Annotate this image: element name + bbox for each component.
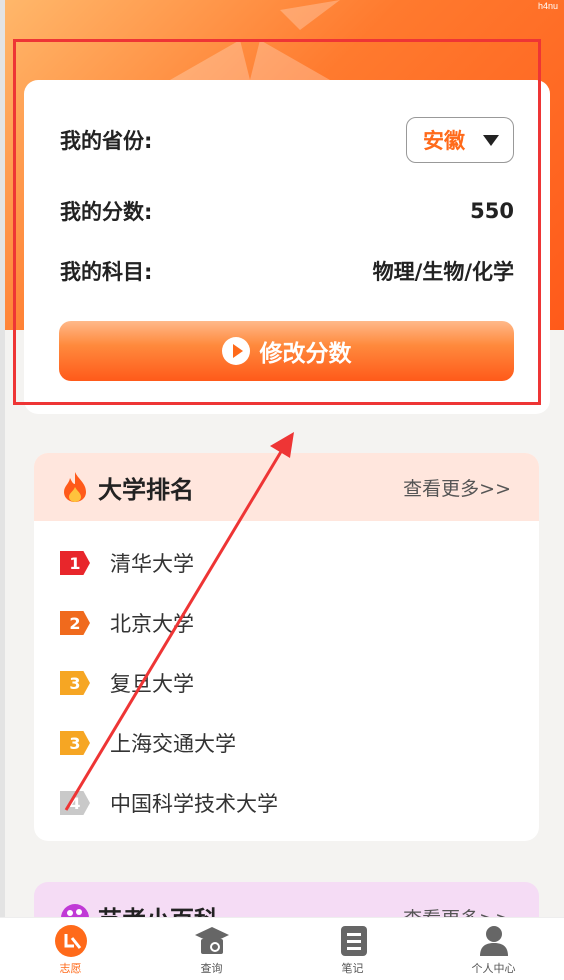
- edit-score-label: 修改分数: [259, 341, 352, 367]
- ranking-more-link[interactable]: 查看更多>>: [403, 474, 511, 501]
- ranking-title: 大学排名: [98, 475, 194, 504]
- query-icon: [194, 927, 229, 954]
- university-name: 中国科学技术大学: [110, 792, 278, 816]
- profile-icon: [479, 926, 508, 956]
- caret-down-icon: [483, 134, 499, 146]
- bottom-tab-bar: 志愿 查询 笔记 个人中心: [0, 917, 564, 980]
- score-card: 我的省份: 安徽 我的分数: 550 我的科目: 物理/生物/化学 修改分数: [24, 80, 550, 414]
- score-value: 550: [470, 199, 514, 223]
- university-name: 复旦大学: [110, 672, 194, 696]
- wish-icon: [54, 925, 87, 957]
- list-item[interactable]: 4 中国科学技术大学: [60, 788, 278, 818]
- edit-score-button[interactable]: 修改分数: [59, 321, 514, 381]
- rank-badge: 4: [60, 791, 90, 815]
- list-item[interactable]: 3 复旦大学: [60, 668, 194, 698]
- rank-badge: 2: [60, 611, 90, 635]
- book-illustration: [170, 0, 340, 80]
- list-item[interactable]: 3 上海交通大学: [60, 728, 236, 758]
- subjects-value: 物理/生物/化学: [372, 260, 514, 284]
- tab-label: 查询: [200, 962, 223, 975]
- tab-label: 个人中心: [471, 962, 516, 975]
- subjects-row: 我的科目: 物理/生物/化学: [60, 256, 514, 286]
- score-label: 我的分数:: [60, 200, 153, 224]
- play-icon: [221, 337, 250, 365]
- tab-wish[interactable]: 志愿: [0, 918, 141, 980]
- university-ranking-card: 大学排名 查看更多>> 1 清华大学 2 北京大学 3 复旦大学 3 上海交通大…: [34, 453, 539, 841]
- window-edge: [0, 0, 5, 979]
- province-row: 我的省份: 安徽: [60, 117, 514, 163]
- province-value: 安徽: [423, 129, 465, 153]
- province-label: 我的省份:: [60, 129, 153, 153]
- tab-label: 志愿: [59, 962, 82, 975]
- university-name: 上海交通大学: [110, 732, 236, 756]
- tab-query[interactable]: 查询: [141, 918, 282, 980]
- list-item[interactable]: 2 北京大学: [60, 608, 194, 638]
- tab-label: 笔记: [341, 962, 364, 975]
- rank-badge: 1: [60, 551, 90, 575]
- list-item[interactable]: 1 清华大学: [60, 548, 194, 578]
- university-name: 北京大学: [110, 612, 194, 636]
- watermark: h4nu: [537, 1, 558, 11]
- tab-profile[interactable]: 个人中心: [423, 918, 564, 980]
- notes-icon: [340, 926, 367, 956]
- rank-badge: 3: [60, 671, 90, 695]
- university-name: 清华大学: [110, 552, 194, 576]
- province-select[interactable]: 安徽: [406, 117, 514, 163]
- rank-badge: 3: [60, 731, 90, 755]
- ranking-header: 大学排名 查看更多>>: [34, 453, 539, 521]
- fire-icon: [64, 472, 86, 502]
- tab-notes[interactable]: 笔记: [282, 918, 423, 980]
- score-row: 我的分数: 550: [60, 196, 514, 226]
- subjects-label: 我的科目:: [60, 260, 153, 284]
